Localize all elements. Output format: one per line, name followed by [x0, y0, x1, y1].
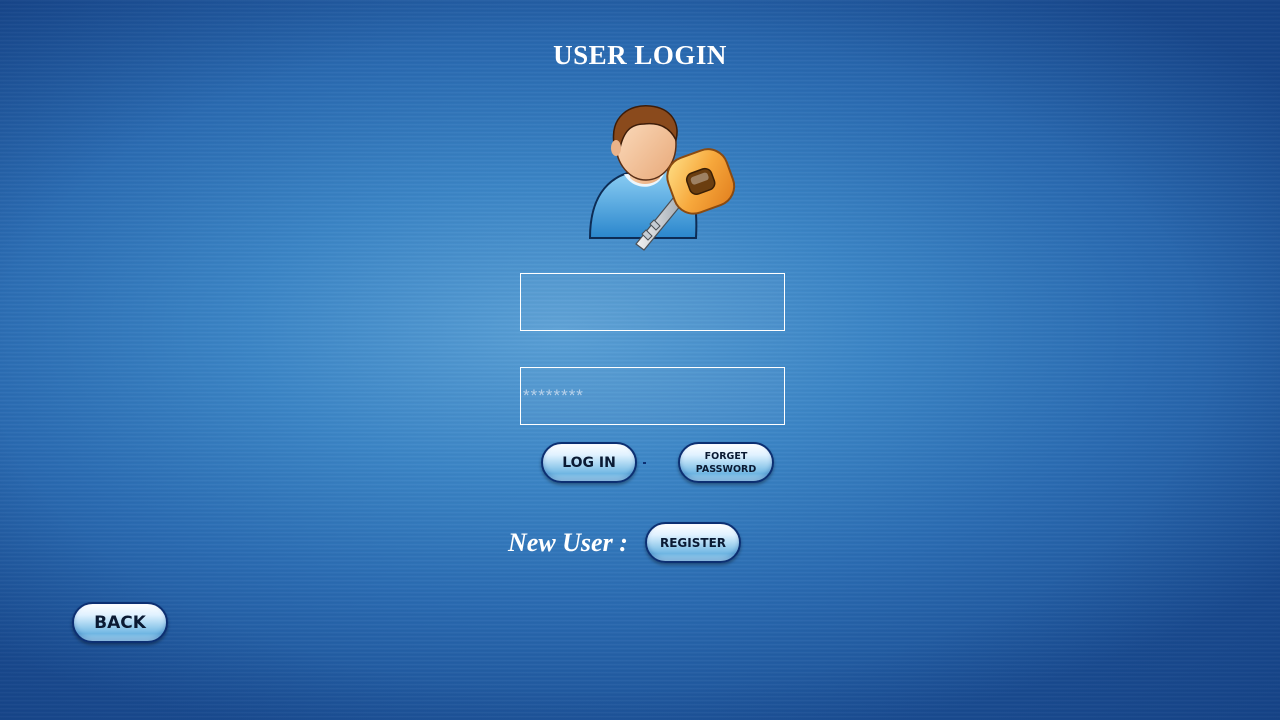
forget-password-label-line1: FORGET — [704, 450, 748, 462]
login-button[interactable]: LOG IN — [541, 442, 637, 483]
separator-mark — [643, 462, 646, 464]
new-user-label: New User : — [508, 528, 628, 557]
page-title: USER LOGIN — [553, 40, 727, 70]
forget-password-label-line2: PASSWORD — [695, 463, 757, 475]
username-input[interactable] — [520, 273, 785, 331]
register-button[interactable]: REGISTER — [645, 522, 741, 563]
password-input[interactable] — [520, 367, 785, 425]
back-button[interactable]: BACK — [72, 602, 168, 643]
forget-password-button[interactable]: FORGET PASSWORD — [678, 442, 774, 483]
user-with-key-icon — [588, 105, 736, 251]
